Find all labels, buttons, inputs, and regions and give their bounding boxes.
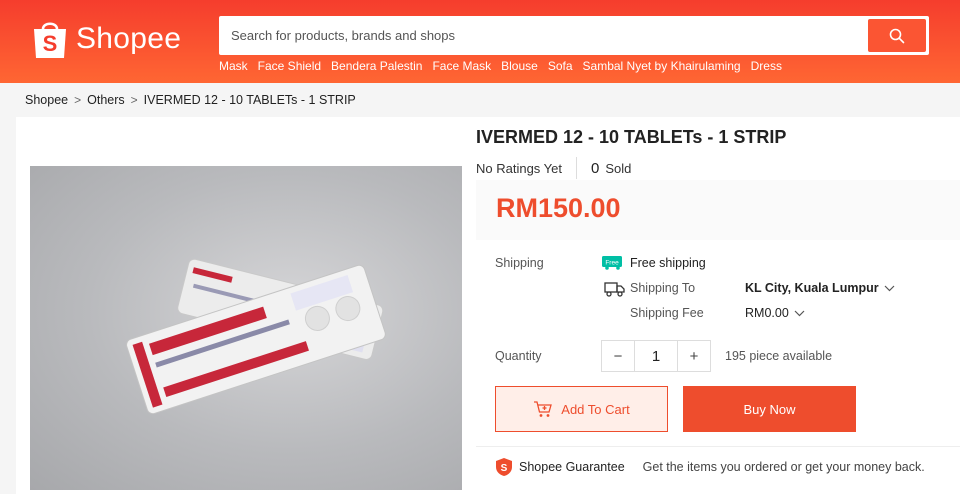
logo-text: Shopee bbox=[76, 22, 182, 55]
keyword-link[interactable]: Sofa bbox=[548, 59, 573, 73]
sold-count: 0 bbox=[591, 159, 600, 177]
svg-text:S: S bbox=[501, 463, 508, 474]
shield-icon: S bbox=[496, 458, 512, 476]
breadcrumb-category[interactable]: Others bbox=[87, 93, 125, 107]
breadcrumb-home[interactable]: Shopee bbox=[25, 93, 68, 107]
free-shipping-icon: Free bbox=[602, 256, 626, 270]
shopping-bag-icon: S bbox=[32, 18, 68, 60]
cart-icon bbox=[534, 401, 553, 417]
search-keywords: Mask Face Shield Bendera Palestin Face M… bbox=[219, 59, 782, 73]
shipping-fee-label: Shipping Fee bbox=[630, 306, 704, 320]
search-icon bbox=[889, 28, 905, 43]
keyword-link[interactable]: Face Shield bbox=[258, 59, 321, 73]
shipping-location: KL City, Kuala Lumpur bbox=[745, 281, 879, 295]
breadcrumb: Shopee > Others > IVERMED 12 - 10 TABLET… bbox=[25, 93, 356, 107]
guarantee-description: Get the items you ordered or get your mo… bbox=[642, 460, 925, 474]
chevron-right-icon: > bbox=[74, 93, 82, 107]
search-button[interactable] bbox=[868, 19, 926, 52]
rating-summary: No Ratings Yet 0 Sold bbox=[476, 157, 631, 179]
product-image[interactable] bbox=[30, 166, 462, 490]
shipping-location-select[interactable]: KL City, Kuala Lumpur bbox=[745, 281, 895, 295]
increase-quantity-button[interactable]: + bbox=[678, 341, 710, 371]
decrease-quantity-button[interactable]: − bbox=[602, 341, 634, 371]
price-section: RM150.00 bbox=[476, 180, 960, 240]
shipping-to-label: Shipping To bbox=[630, 281, 696, 295]
shipping-label: Shipping bbox=[495, 256, 544, 270]
keyword-link[interactable]: Face Mask bbox=[432, 59, 491, 73]
shipping-fee-value: RM0.00 bbox=[745, 306, 789, 320]
chevron-right-icon: > bbox=[130, 93, 138, 107]
search-bar bbox=[219, 16, 929, 55]
svg-text:Free: Free bbox=[605, 260, 619, 267]
top-header: S Shopee Mask Face Shield Bendera Palest… bbox=[0, 0, 960, 83]
breadcrumb-current: IVERMED 12 - 10 TABLETs - 1 STRIP bbox=[143, 93, 356, 107]
keyword-link[interactable]: Blouse bbox=[501, 59, 538, 73]
shopee-logo[interactable]: S Shopee bbox=[32, 15, 181, 63]
shopee-guarantee[interactable]: S Shopee Guarantee Get the items you ord… bbox=[495, 457, 925, 477]
divider bbox=[476, 446, 960, 447]
add-to-cart-button[interactable]: Add To Cart bbox=[495, 386, 668, 432]
truck-icon bbox=[604, 281, 626, 302]
rating-text: No Ratings Yet bbox=[476, 160, 563, 176]
stock-available: 195 piece available bbox=[725, 349, 833, 363]
quantity-label: Quantity bbox=[495, 349, 542, 363]
sold-label: Sold bbox=[605, 160, 632, 176]
add-to-cart-label: Add To Cart bbox=[561, 401, 630, 417]
product-price: RM150.00 bbox=[496, 193, 621, 223]
keyword-link[interactable]: Mask bbox=[219, 59, 248, 73]
guarantee-title: Shopee Guarantee bbox=[519, 460, 625, 474]
quantity-input[interactable]: 1 bbox=[634, 341, 678, 371]
search-input[interactable] bbox=[219, 16, 859, 55]
free-shipping-text: Free shipping bbox=[630, 256, 706, 270]
quantity-stepper: − 1 + bbox=[601, 340, 711, 372]
product-title: IVERMED 12 - 10 TABLETs - 1 STRIP bbox=[476, 127, 787, 147]
keyword-link[interactable]: Sambal Nyet by Khairulaming bbox=[583, 59, 741, 73]
buy-now-button[interactable]: Buy Now bbox=[683, 386, 856, 432]
keyword-link[interactable]: Dress bbox=[751, 59, 782, 73]
divider bbox=[576, 157, 578, 179]
chevron-down-icon bbox=[794, 310, 805, 316]
chevron-down-icon bbox=[884, 285, 895, 291]
shipping-fee-select[interactable]: RM0.00 bbox=[745, 306, 805, 320]
keyword-link[interactable]: Bendera Palestin bbox=[331, 59, 422, 73]
svg-text:S: S bbox=[43, 31, 58, 56]
